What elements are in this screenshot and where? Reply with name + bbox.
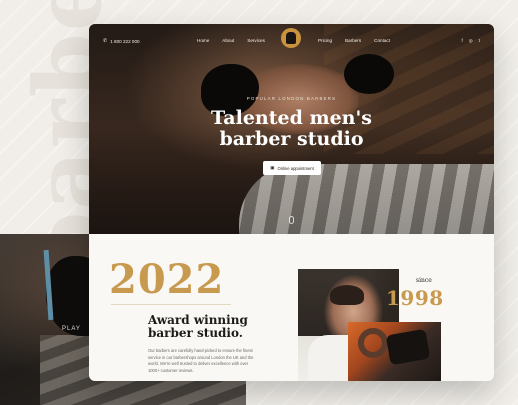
year-divider [111, 304, 231, 305]
logo-barber-icon [286, 32, 296, 44]
award-title-line-1: Award winning [148, 313, 248, 327]
hero-headline-line-1: Talented men's [210, 107, 373, 129]
phone-number: 1 800 222 000 [110, 38, 140, 44]
menu-right: Pricing Barbers Contact [318, 38, 390, 43]
scroll-mouse-icon[interactable] [289, 216, 294, 224]
photo-chair [385, 328, 431, 366]
about-description: Our barbers are carefully hand-picked to… [148, 348, 254, 373]
online-appointment-label: Online appointment [277, 165, 314, 171]
nav-contact[interactable]: Contact [374, 38, 390, 43]
nav-services[interactable]: Services [247, 38, 265, 43]
hero-section: ✆ 1 800 222 000 Home About Services Pric… [89, 24, 494, 234]
phone-icon: ✆ [103, 38, 108, 44]
since-label: since [416, 277, 432, 284]
online-appointment-button[interactable]: ▣ Online appointment [263, 161, 321, 175]
social-links: f ◎ t [462, 38, 480, 44]
website-card: ✆ 1 800 222 000 Home About Services Pric… [89, 24, 494, 381]
logo[interactable] [281, 28, 301, 48]
hero-eyebrow: POPULAR LONDON BARBERS [246, 96, 337, 101]
facebook-icon[interactable]: f [462, 38, 463, 44]
hero-headline: Talented men's barber studio [89, 108, 494, 150]
barber-chair-photo [348, 322, 441, 381]
phone-contact[interactable]: ✆ 1 800 222 000 [103, 38, 140, 44]
twitter-icon[interactable]: t [479, 38, 480, 44]
award-title: Award winning barber studio. [148, 314, 268, 340]
photo-ring [358, 328, 388, 358]
photo-hair [330, 285, 364, 305]
award-title-line-2: barber studio. [148, 326, 243, 340]
year-display: 2022 [109, 256, 225, 303]
hero-headline-line-2: barber studio [219, 128, 364, 150]
play-button[interactable]: PLAY [62, 326, 81, 332]
instagram-icon[interactable]: ◎ [469, 38, 473, 44]
calendar-icon: ▣ [270, 165, 275, 170]
nav-barbers[interactable]: Barbers [345, 38, 361, 43]
since-year: 1998 [386, 286, 444, 310]
nav-pricing[interactable]: Pricing [318, 38, 332, 43]
top-navigation: ✆ 1 800 222 000 Home About Services Pric… [89, 24, 494, 58]
menu-left: Home About Services [197, 38, 265, 43]
nav-home[interactable]: Home [197, 38, 209, 43]
nav-about[interactable]: About [222, 38, 234, 43]
